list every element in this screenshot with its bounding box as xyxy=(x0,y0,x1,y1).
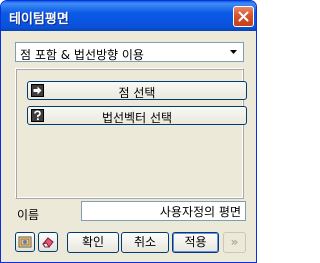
apply-button[interactable]: 적용 xyxy=(172,232,219,253)
point-select-button[interactable]: 점 선택 xyxy=(27,81,247,100)
name-label: 이름 xyxy=(17,208,40,222)
image-tool-button[interactable] xyxy=(15,232,35,252)
name-field[interactable] xyxy=(81,201,246,221)
normal-vector-select-button[interactable]: 법선벡터 선택 xyxy=(27,106,247,125)
cancel-button[interactable]: 취소 xyxy=(121,232,169,253)
title-bar[interactable]: 테이텀평면 xyxy=(1,1,256,31)
eraser-tool-button[interactable] xyxy=(38,232,58,252)
name-input[interactable] xyxy=(82,202,245,220)
window-title: 테이텀평면 xyxy=(9,12,69,27)
more-button: » xyxy=(223,232,246,253)
dialog-body: 점 포함 & 법선방향 이용 점 선택 법선벡터 선택 이름 사용자정의 평면 … xyxy=(4,31,253,260)
mode-dropdown-value: 점 포함 & 법선방향 이용 xyxy=(20,48,144,62)
point-select-label: 점 선택 xyxy=(118,86,156,100)
close-icon xyxy=(238,11,249,22)
mode-dropdown[interactable]: 점 포함 & 법선방향 이용 xyxy=(15,42,244,62)
chevron-down-icon xyxy=(230,50,237,54)
datum-plane-dialog: 테이텀평면 점 포함 & 법선방향 이용 점 선택 법선벡터 선택 이름 사용자… xyxy=(0,0,257,263)
dropdown-arrow-button[interactable] xyxy=(226,44,242,60)
eraser-icon xyxy=(42,237,54,248)
confirm-button[interactable]: 확인 xyxy=(67,232,119,253)
normal-vector-select-label: 법선벡터 선택 xyxy=(101,111,173,125)
close-button[interactable] xyxy=(233,6,254,27)
selection-group: 점 선택 법선벡터 선택 xyxy=(15,68,247,199)
image-select-icon xyxy=(18,236,32,248)
